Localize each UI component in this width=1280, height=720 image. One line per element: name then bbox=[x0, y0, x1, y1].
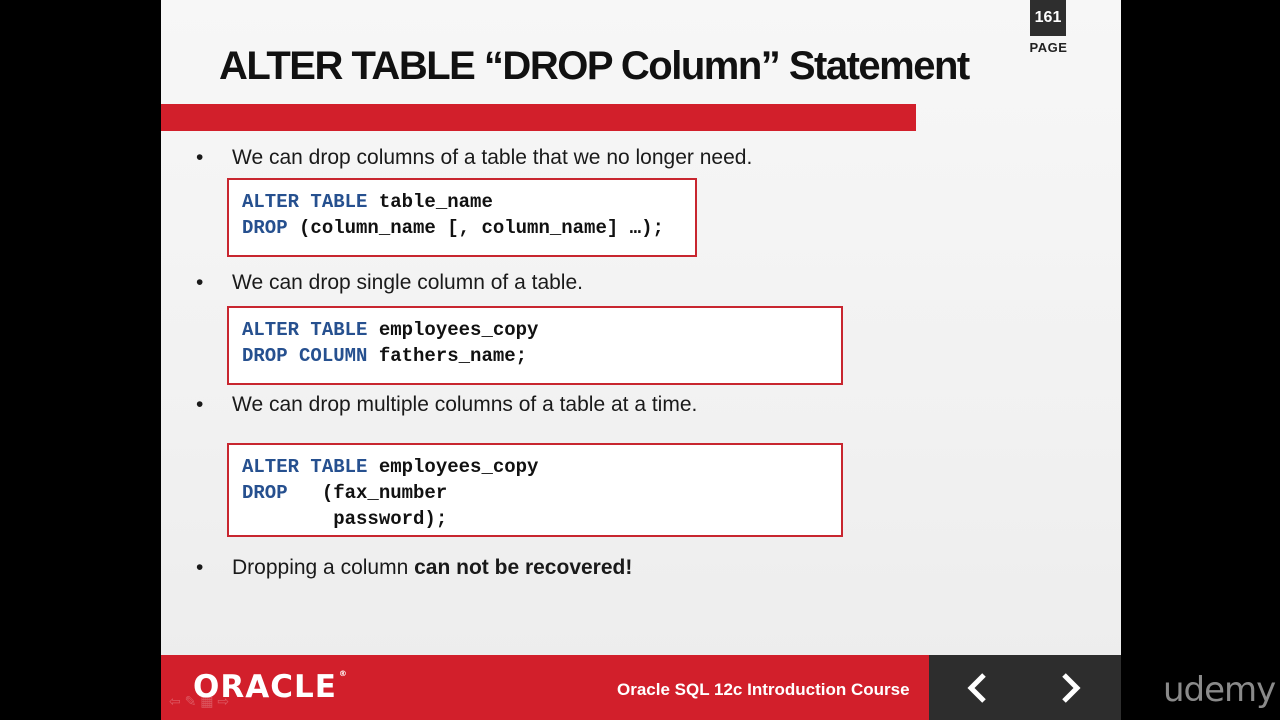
bullet-text: We can drop single column of a table. bbox=[232, 271, 583, 294]
oracle-logo: ORACLE ® bbox=[193, 669, 348, 705]
slide-footer: ⇦ ✎ ▦ ⇨ ORACLE ® Oracle SQL 12c Introduct… bbox=[161, 655, 1121, 720]
bullet-item: • We can drop columns of a table that we … bbox=[196, 146, 752, 170]
bullet-item: • We can drop multiple columns of a table… bbox=[196, 393, 697, 417]
bullet-dot-icon: • bbox=[196, 146, 204, 169]
bullet-text: We can drop columns of a table that we n… bbox=[232, 146, 753, 169]
code-block: ALTER TABLE employees_copy DROP COLUMN f… bbox=[227, 306, 843, 385]
code-text: (fax_number bbox=[287, 482, 448, 504]
code-text: employees_copy bbox=[367, 319, 539, 341]
slide-nav bbox=[929, 655, 1121, 720]
course-name: Oracle SQL 12c Introduction Course bbox=[617, 680, 910, 699]
code-block: ALTER TABLE table_name DROP (column_name… bbox=[227, 178, 697, 257]
code-block: ALTER TABLE employees_copy DROP (fax_num… bbox=[227, 443, 843, 537]
code-keyword: ALTER TABLE bbox=[242, 191, 368, 213]
code-keyword: DROP COLUMN bbox=[242, 345, 368, 367]
code-text: table_name bbox=[367, 191, 493, 213]
next-slide-button[interactable] bbox=[1053, 668, 1089, 708]
bullet-dot-icon: • bbox=[196, 393, 204, 416]
code-keyword: ALTER TABLE bbox=[242, 456, 368, 478]
code-text: fathers_name; bbox=[367, 345, 528, 367]
code-text: (column_name [, column_name] …); bbox=[287, 217, 664, 239]
bullet-dot-icon: • bbox=[196, 271, 204, 294]
bullet-text: We can drop multiple columns of a table … bbox=[232, 393, 698, 416]
previous-slide-button[interactable] bbox=[959, 668, 995, 708]
bullet-item: • Dropping a column can not be recovered! bbox=[196, 556, 632, 580]
bullet-text: Dropping a column bbox=[232, 556, 415, 579]
bullet-emphasis: can not be recovered! bbox=[414, 556, 633, 579]
page-number-badge: 161 bbox=[1030, 0, 1066, 36]
udemy-watermark: udemy bbox=[1163, 670, 1276, 710]
bullet-item: • We can drop single column of a table. bbox=[196, 271, 583, 295]
title-accent-bar bbox=[161, 104, 916, 131]
chevron-left-icon bbox=[967, 673, 986, 703]
code-keyword: ALTER TABLE bbox=[242, 319, 368, 341]
slide: 161 PAGE ALTER TABLE “DROP Column” State… bbox=[161, 0, 1121, 720]
code-text: employees_copy bbox=[367, 456, 539, 478]
code-keyword: DROP bbox=[242, 217, 288, 239]
code-keyword: DROP bbox=[242, 482, 288, 504]
bullet-dot-icon: • bbox=[196, 556, 204, 579]
code-text: password); bbox=[242, 508, 448, 530]
chevron-right-icon bbox=[1062, 673, 1081, 703]
slide-title: ALTER TABLE “DROP Column” Statement bbox=[219, 44, 970, 88]
